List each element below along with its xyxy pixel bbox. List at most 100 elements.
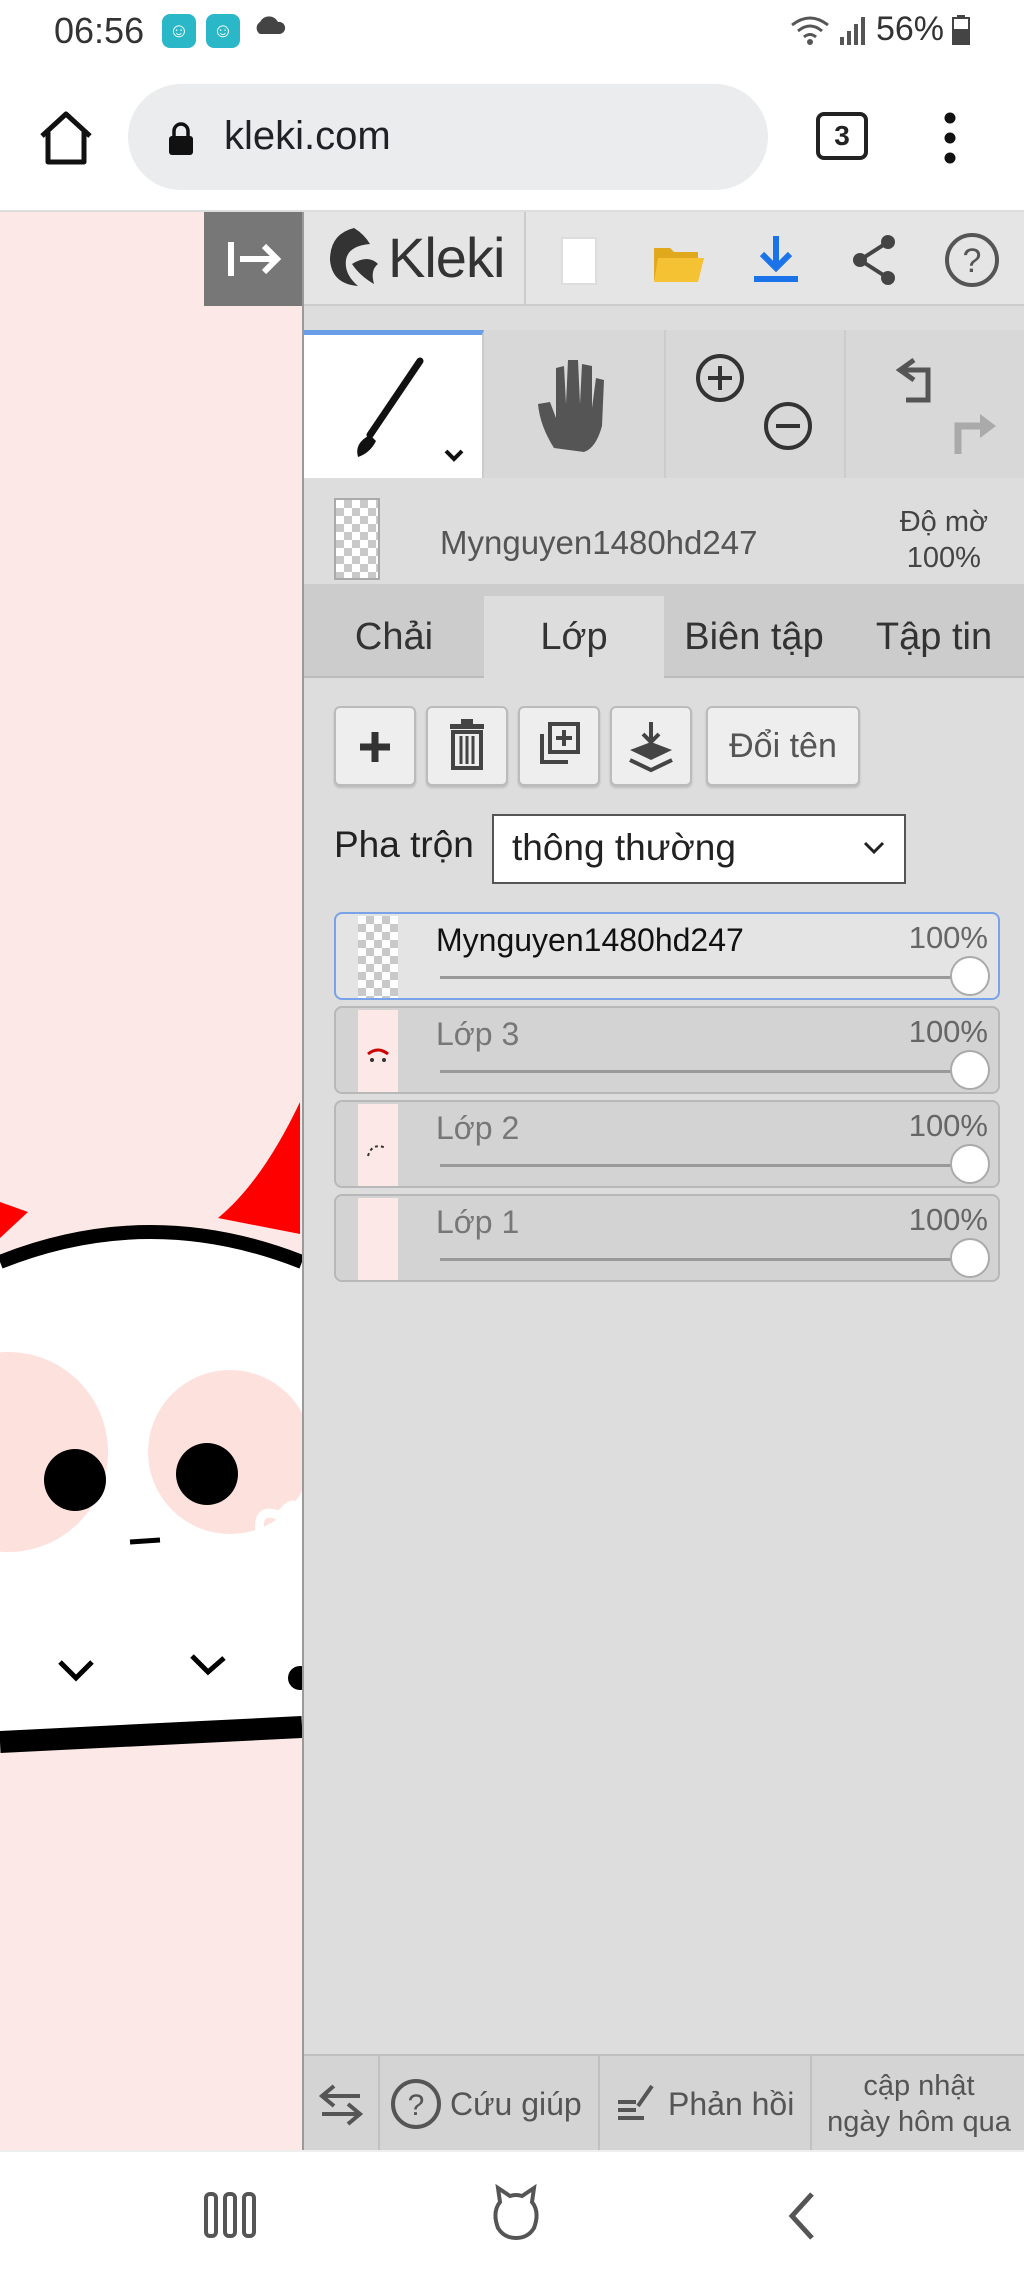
browser-toolbar: kleki.com 3 [0, 64, 1024, 212]
undo-icon[interactable] [895, 357, 931, 403]
new-image-icon[interactable] [550, 232, 606, 288]
layer-opacity: 100% [908, 1014, 988, 1049]
update-line-1: cập nhật [863, 2070, 975, 2102]
current-layer-name: Mynguyen1480hd247 [440, 524, 758, 561]
help-link[interactable]: ? Cứu giúp [380, 2056, 600, 2152]
add-layer-button[interactable] [334, 706, 416, 786]
rename-layer-button[interactable]: Đổi tên [706, 706, 860, 786]
wifi-icon [791, 16, 829, 45]
layer-thumbnail [358, 916, 398, 998]
blend-mode-label: Pha trộn [334, 824, 474, 865]
layer-name: Lớp 2 [436, 1110, 520, 1146]
plus-icon [360, 732, 390, 762]
help-icon[interactable]: ? [944, 232, 1000, 288]
blend-mode-select[interactable]: thông thường [492, 814, 906, 884]
notification-app-icon: ☺ [162, 14, 196, 48]
tab-switcher-button[interactable]: 3 [816, 112, 868, 160]
layer-opacity-slider-handle[interactable] [950, 1238, 990, 1278]
layer-thumbnail [358, 1104, 398, 1186]
open-folder-icon[interactable] [650, 232, 706, 288]
hand-tool[interactable] [484, 330, 666, 478]
layer-opacity-slider-handle[interactable] [950, 1050, 990, 1090]
layer-opacity-slider[interactable] [440, 1164, 970, 1167]
help-circle-icon: ? [391, 2079, 441, 2129]
layer-opacity-slider[interactable] [440, 1070, 970, 1073]
tab-brush[interactable]: Chải [304, 596, 484, 678]
home-nav-icon[interactable] [488, 2182, 544, 2242]
app-toolbar: Kleki ? [304, 212, 1024, 306]
feedback-icon [618, 2084, 654, 2120]
delete-layer-button[interactable] [426, 706, 508, 786]
kleki-logo-icon [330, 228, 378, 286]
layer-name: Lớp 3 [436, 1016, 520, 1052]
zoom-out-icon[interactable] [764, 402, 812, 450]
history-controls [846, 330, 1024, 478]
opacity-value: 100% [906, 542, 981, 574]
tab-edit[interactable]: Biên tập [664, 596, 844, 678]
kleki-logo[interactable]: Kleki [324, 224, 505, 290]
recent-apps-icon[interactable] [204, 2190, 256, 2240]
status-bar: 06:56 ☺ ☺ 56% [0, 0, 1024, 64]
layer-item[interactable]: Lớp 2 100% [334, 1100, 1000, 1188]
signal-icon [839, 16, 865, 45]
layer-opacity-slider-handle[interactable] [950, 1144, 990, 1184]
system-status: 56% [790, 10, 970, 49]
feedback-link[interactable]: Phản hồi [600, 2056, 812, 2152]
back-icon[interactable] [782, 2188, 822, 2244]
logo-text: Kleki [388, 225, 505, 289]
duplicate-icon [540, 722, 580, 764]
panel-tabs: Chải Lớp Biên tập Tập tin [304, 584, 1024, 678]
url-text: kleki.com [224, 114, 391, 158]
update-info[interactable]: cập nhật ngày hôm qua [812, 2056, 1024, 2152]
layer-opacity: 100% [908, 920, 988, 955]
layer-name: Lớp 1 [436, 1204, 520, 1240]
merge-layer-button[interactable] [610, 706, 692, 786]
trash-icon [450, 719, 484, 770]
update-line-2: ngày hôm qua [827, 2106, 1011, 2138]
current-layer-info: Mynguyen1480hd247 Độ mờ 100% [304, 480, 1024, 584]
current-layer-opacity: Độ mờ 100% [900, 504, 988, 576]
panel-footer: ? Cứu giúp Phản hồi cập nhật ngày hôm qu… [304, 2054, 1024, 2152]
layer-item[interactable]: Lớp 3 100% [334, 1006, 1000, 1094]
chevron-down-icon [863, 841, 885, 855]
home-icon[interactable] [34, 106, 98, 170]
system-navigation-bar [0, 2150, 1024, 2276]
cloud-icon [256, 16, 286, 34]
layer-item[interactable]: Lớp 1 100% [334, 1194, 1000, 1282]
tab-file[interactable]: Tập tin [844, 596, 1024, 678]
more-options-icon[interactable] [930, 108, 970, 168]
drawing-canvas[interactable] [0, 212, 302, 2150]
collapse-panel-button[interactable] [204, 212, 302, 306]
layer-thumbnail [358, 1198, 398, 1280]
brush-tool[interactable] [304, 330, 484, 478]
layer-opacity: 100% [908, 1108, 988, 1143]
svg-text:?: ? [408, 2089, 425, 2122]
merge-down-icon [629, 722, 673, 773]
layer-opacity-slider[interactable] [440, 1258, 970, 1261]
swap-arrows-icon [318, 2084, 364, 2126]
status-time: 06:56 [54, 10, 145, 51]
duplicate-layer-button[interactable] [518, 706, 600, 786]
lock-icon [169, 122, 193, 155]
swap-panel-side-button[interactable] [304, 2056, 380, 2152]
address-bar[interactable]: kleki.com [128, 84, 768, 190]
layer-opacity-slider-handle[interactable] [950, 956, 990, 996]
download-icon[interactable] [748, 232, 804, 288]
share-icon[interactable] [846, 232, 902, 288]
kleki-side-panel: Kleki ? Mynguyen1480hd247 Độ mờ 100% Chả… [302, 212, 1024, 2152]
blend-mode-value: thông thường [512, 827, 736, 868]
layer-thumbnail [358, 1010, 398, 1092]
svg-text:?: ? [963, 242, 982, 280]
layer-opacity: 100% [908, 1202, 988, 1237]
tab-layers[interactable]: Lớp [484, 596, 664, 678]
battery-icon [952, 14, 970, 45]
notification-app-icon: ☺ [206, 14, 240, 48]
layer-opacity-slider[interactable] [440, 976, 970, 979]
help-label: Cứu giúp [450, 2085, 582, 2122]
tool-row [304, 330, 1024, 478]
layer-item[interactable]: Mynguyen1480hd247 100% [334, 912, 1000, 1000]
canvas-drawing [0, 1102, 302, 1753]
current-layer-thumbnail [334, 498, 380, 580]
layer-name: Mynguyen1480hd247 [436, 922, 744, 958]
zoom-in-icon[interactable] [696, 354, 744, 402]
